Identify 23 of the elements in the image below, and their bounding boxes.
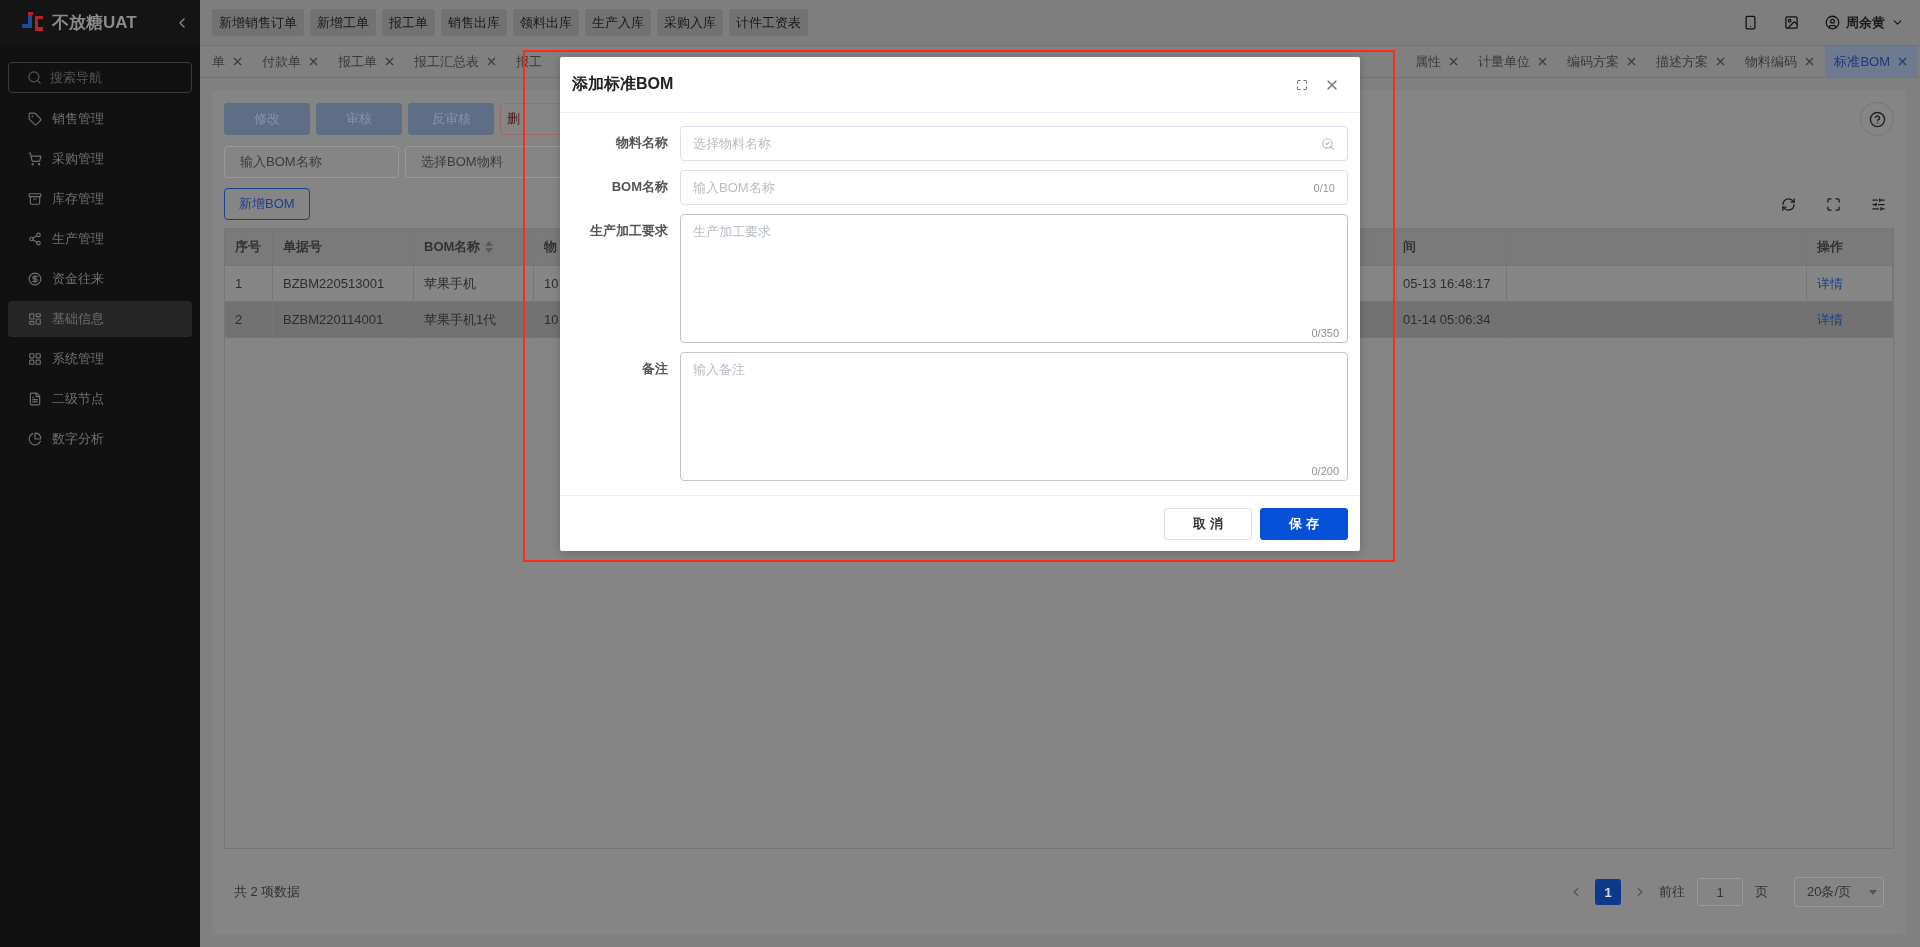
table-cell: 2 <box>225 302 273 337</box>
field-label: BOM名称 <box>610 178 669 196</box>
char-counter: 0/200 <box>1311 465 1339 477</box>
char-counter: 0/10 <box>1313 181 1335 194</box>
table-cell: 1 <box>225 266 273 301</box>
goto-label: 前往 <box>1659 883 1685 901</box>
table-cell: BZBM220513001 <box>273 266 414 301</box>
table-cell: BZBM220114001 <box>273 302 414 337</box>
table-cell: 苹果手机 <box>414 266 534 301</box>
field-label: 备注 <box>641 360 669 378</box>
page-unit: 页 <box>1755 883 1768 901</box>
column-header: 单据号 <box>273 229 414 265</box>
table-cell: 01-14 05:06:34 <box>1397 302 1507 337</box>
dialog-title: 添加标准BOM <box>572 74 675 94</box>
app-name: 不放糖UAT <box>52 12 138 34</box>
column-header: 操作 <box>1807 229 1893 265</box>
field-label: 物料名称 <box>615 134 669 152</box>
table-cell: 苹果手机1代 <box>414 302 534 337</box>
column-header: 序号 <box>225 229 273 265</box>
total-count: 共 2 项数据 <box>234 883 301 901</box>
column-header: 间 <box>1397 229 1507 265</box>
char-counter: 0/350 <box>1311 327 1339 339</box>
table-cell: 05-13 16:48:17 <box>1397 266 1507 301</box>
